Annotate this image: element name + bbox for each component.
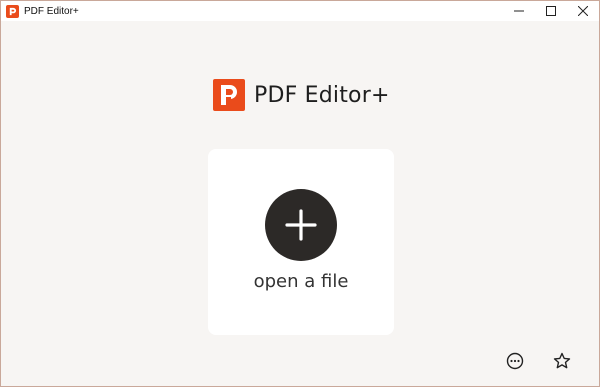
close-icon: [578, 6, 588, 16]
open-file-button[interactable]: open a file: [208, 149, 394, 335]
minimize-button[interactable]: [503, 1, 535, 21]
minimize-icon: [514, 10, 524, 12]
close-button[interactable]: [567, 1, 599, 21]
app-window: PDF Editor+ PDF Editor+ open a file: [0, 0, 600, 387]
title-bar[interactable]: PDF Editor+: [1, 1, 599, 21]
pdf-editor-logo-icon: [213, 79, 245, 111]
more-options-button[interactable]: [505, 351, 525, 371]
brand-header: PDF Editor+: [213, 78, 390, 112]
favorite-button[interactable]: [552, 351, 572, 371]
window-title: PDF Editor+: [24, 5, 79, 17]
maximize-button[interactable]: [535, 1, 567, 21]
more-options-icon: [506, 352, 524, 370]
app-logo-icon: [6, 4, 19, 18]
brand-name: PDF Editor+: [254, 82, 390, 108]
plus-icon: [285, 209, 317, 241]
window-controls: [503, 1, 599, 21]
star-icon: [553, 352, 571, 369]
maximize-icon: [546, 6, 556, 16]
open-file-label: open a file: [253, 271, 349, 292]
open-file-circle[interactable]: [265, 189, 337, 261]
